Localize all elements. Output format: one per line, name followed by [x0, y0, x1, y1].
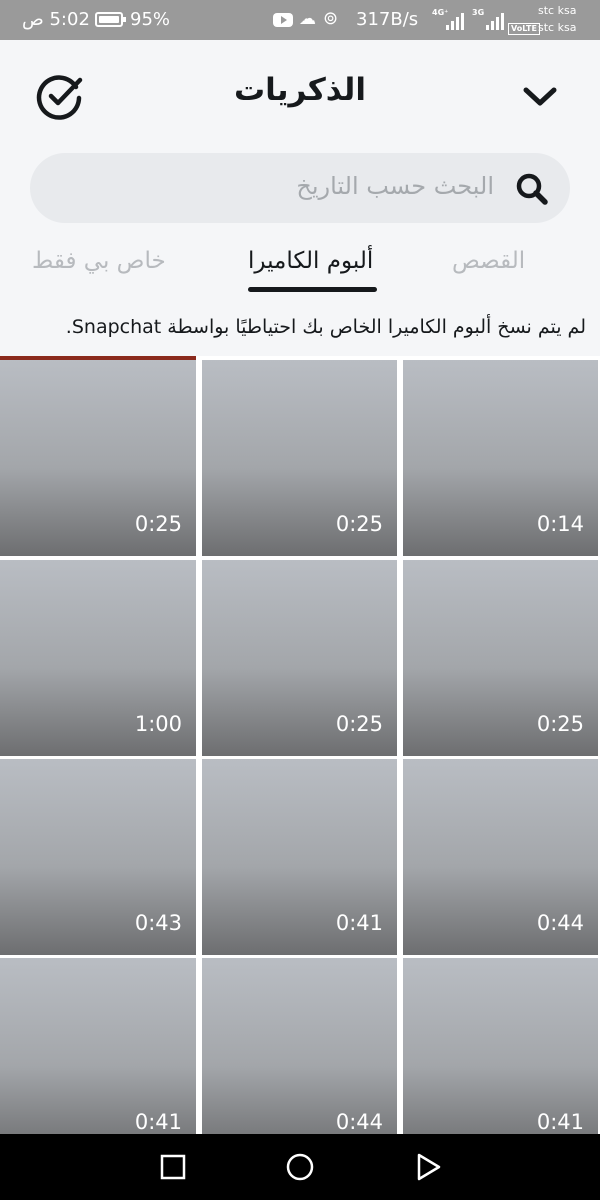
media-thumbnail[interactable]: 0:14 — [403, 360, 598, 556]
battery-icon — [95, 12, 126, 27]
sim1-network: 4G⁺ — [432, 8, 449, 17]
media-thumbnail[interactable]: 0:44 — [403, 759, 598, 955]
media-grid: 0:14 0:25 0:25 0:25 0:25 1:00 0:44 0:41 0:43 0:41… — [0, 360, 600, 1134]
tab-my-eyes-only[interactable]: خاص بي فقط — [32, 248, 166, 274]
system-nav-bar — [0, 1134, 600, 1200]
backup-notice: لم يتم نسخ ألبوم الكاميرا الخاص بك احتيا… — [0, 300, 600, 356]
carrier-2: stc ksa — [538, 21, 577, 34]
status-bar: 5:02 ص 95% ☁ ⊚ 317B/s 4G⁺ 3G VoLTE stc k… — [0, 0, 600, 40]
media-thumbnail[interactable]: 0:25 — [0, 360, 196, 556]
video-duration: 0:41 — [536, 1110, 584, 1134]
search-placeholder: البحث حسب التاريخ — [296, 172, 494, 200]
media-thumbnail[interactable]: 0:25 — [403, 560, 598, 756]
square-icon[interactable] — [157, 1151, 189, 1183]
triangle-icon[interactable] — [412, 1151, 444, 1183]
chevron-down-icon[interactable] — [520, 80, 560, 112]
video-duration: 0:14 — [536, 512, 584, 536]
media-thumbnail[interactable]: 0:41 — [202, 759, 397, 955]
video-duration: 0:25 — [335, 712, 383, 736]
backup-notice-text: لم يتم نسخ ألبوم الكاميرا الخاص بك احتيا… — [65, 316, 586, 338]
video-duration: 0:25 — [134, 512, 182, 536]
media-thumbnail[interactable]: 0:44 — [202, 958, 397, 1134]
hotspot-icon: ⊚ — [323, 8, 339, 29]
video-duration: 1:00 — [134, 712, 182, 736]
circle-icon[interactable] — [284, 1151, 316, 1183]
video-duration: 0:41 — [335, 911, 383, 935]
active-tab-indicator — [248, 287, 377, 292]
video-duration: 0:41 — [134, 1110, 182, 1134]
video-duration: 0:44 — [335, 1110, 383, 1134]
media-thumbnail[interactable]: 0:41 — [403, 958, 598, 1134]
tab-stories[interactable]: القصص — [452, 248, 525, 274]
media-thumbnail[interactable]: 0:43 — [0, 759, 196, 955]
signal-icon: 4G⁺ — [432, 8, 466, 32]
volte-badge: VoLTE — [508, 23, 540, 35]
tab-camera-roll[interactable]: ألبوم الكاميرا — [248, 248, 373, 274]
media-thumbnail[interactable]: 0:25 — [202, 360, 397, 556]
header: الذكريات — [0, 40, 600, 150]
search-input[interactable]: البحث حسب التاريخ — [30, 153, 570, 223]
media-thumbnail[interactable]: 0:41 — [0, 958, 196, 1134]
media-thumbnail[interactable]: 0:25 — [202, 560, 397, 756]
youtube-icon — [273, 13, 293, 27]
media-thumbnail[interactable]: 1:00 — [0, 560, 196, 756]
sim2-network: 3G — [472, 8, 485, 17]
page-title: الذكريات — [234, 72, 366, 108]
video-duration: 0:44 — [536, 911, 584, 935]
battery-percent: 95% — [130, 9, 171, 30]
signal-icon-2: 3G — [472, 8, 506, 32]
status-time: 5:02 ص — [22, 9, 90, 30]
video-duration: 0:43 — [134, 911, 182, 935]
video-duration: 0:25 — [536, 712, 584, 736]
video-duration: 0:25 — [335, 512, 383, 536]
carrier-1: stc ksa — [538, 4, 577, 17]
net-speed: 317B/s — [356, 9, 419, 30]
search-icon — [516, 173, 548, 205]
cloud-icon: ☁ — [299, 9, 316, 29]
tab-bar: القصص ألبوم الكاميرا خاص بي فقط — [0, 230, 600, 300]
